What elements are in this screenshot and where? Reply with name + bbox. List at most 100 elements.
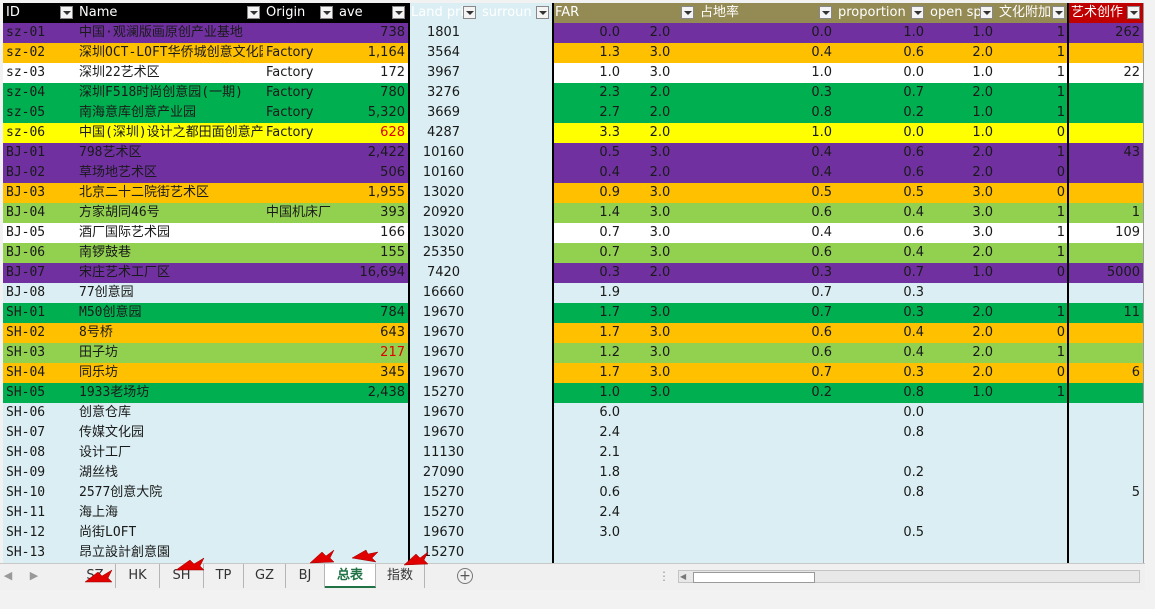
cell-name[interactable]: 田子坊 [76,343,263,363]
cell-id[interactable]: SH-10 [3,483,76,503]
cell-col8[interactable] [623,503,697,523]
cell-culture[interactable]: 0 [996,183,1068,203]
cell-far[interactable]: 1.8 [552,463,623,483]
cell-art[interactable] [1068,283,1143,303]
filter-dropdown-icon[interactable] [320,6,333,19]
cell-proportion[interactable]: 0.3 [835,363,927,383]
cell-far[interactable]: 0.6 [552,483,623,503]
scroll-left-icon[interactable]: ◀ [680,571,686,582]
cell-name[interactable]: 深圳OCT-LOFT华侨城创意文化园 [76,43,263,63]
cell-ave[interactable]: 2,438 [336,383,408,403]
cell-open-space[interactable]: 1.0 [927,263,996,283]
table-row[interactable]: BJ-04 方家胡同46号 中国机床厂 393 20920 1.4 3.0 0.6 0.4 3.0… [3,203,1143,223]
cell-culture[interactable] [996,483,1068,503]
cell-col8[interactable]: 2.0 [623,123,697,143]
cell-open-space[interactable]: 1.0 [927,23,996,43]
cell-art[interactable]: 262 [1068,23,1143,43]
cell-surround[interactable] [479,243,552,263]
cell-col8[interactable]: 3.0 [623,243,697,263]
cell-proportion[interactable]: 0.5 [835,523,927,543]
cell-surround[interactable] [479,63,552,83]
cell-name[interactable]: 传媒文化园 [76,423,263,443]
header-name[interactable]: Name [76,3,263,23]
filter-dropdown-icon[interactable] [1052,6,1065,19]
cell-art[interactable] [1068,183,1143,203]
cell-surround[interactable] [479,103,552,123]
cell-art[interactable]: 22 [1068,63,1143,83]
cell-open-space[interactable] [927,503,996,523]
cell-land-price[interactable]: 3564 [408,43,479,63]
cell-far[interactable]: 0.0 [552,23,623,43]
cell-name[interactable]: 设计工厂 [76,443,263,463]
cell-far[interactable]: 0.7 [552,243,623,263]
cell-culture[interactable] [996,463,1068,483]
cell-origin[interactable] [263,263,336,283]
cell-col8[interactable]: 2.0 [623,23,697,43]
cell-col8[interactable]: 3.0 [623,383,697,403]
filter-dropdown-icon[interactable] [1127,6,1140,19]
cell-col8[interactable]: 3.0 [623,343,697,363]
cell-art[interactable] [1068,123,1143,143]
cell-ave[interactable]: 5,320 [336,103,408,123]
cell-coverage[interactable] [697,503,835,523]
cell-id[interactable]: sz-04 [3,83,76,103]
cell-open-space[interactable] [927,423,996,443]
cell-surround[interactable] [479,203,552,223]
cell-coverage[interactable]: 1.0 [697,123,835,143]
cell-id[interactable]: sz-02 [3,43,76,63]
cell-col8[interactable] [623,523,697,543]
cell-art[interactable]: 5000 [1068,263,1143,283]
scrollbar-thumb[interactable] [693,572,815,583]
cell-name[interactable]: 深圳F518时尚创意园(一期) [76,83,263,103]
table-row[interactable]: SH-08 设计工厂 11130 2.1 [3,443,1143,463]
cell-surround[interactable] [479,83,552,103]
cell-origin[interactable] [263,403,336,423]
cell-far[interactable]: 3.3 [552,123,623,143]
cell-id[interactable]: BJ-06 [3,243,76,263]
cell-ave[interactable]: 345 [336,363,408,383]
cell-origin[interactable] [263,343,336,363]
cell-surround[interactable] [479,503,552,523]
cell-culture[interactable]: 1 [996,303,1068,323]
cell-coverage[interactable]: 0.4 [697,163,835,183]
filter-dropdown-icon[interactable] [536,6,549,19]
cell-ave[interactable]: 166 [336,223,408,243]
cell-coverage[interactable]: 0.4 [697,43,835,63]
table-row[interactable]: SH-04 同乐坊 345 19670 1.7 3.0 0.7 0.3 2.0 0 6 [3,363,1143,383]
cell-id[interactable]: SH-11 [3,503,76,523]
cell-proportion[interactable]: 0.8 [835,383,927,403]
cell-name[interactable]: 中国·观澜版画原创产业基地 [76,23,263,43]
cell-proportion[interactable] [835,503,927,523]
cell-culture[interactable]: 1 [996,143,1068,163]
cell-coverage[interactable]: 1.0 [697,63,835,83]
cell-id[interactable]: BJ-03 [3,183,76,203]
cell-art[interactable] [1068,543,1143,563]
cell-col8[interactable] [623,283,697,303]
cell-far[interactable]: 0.7 [552,223,623,243]
cell-coverage[interactable]: 0.6 [697,323,835,343]
cell-open-space[interactable]: 2.0 [927,163,996,183]
cell-art[interactable]: 5 [1068,483,1143,503]
cell-land-price[interactable]: 19670 [408,423,479,443]
cell-art[interactable]: 11 [1068,303,1143,323]
cell-culture[interactable] [996,423,1068,443]
cell-id[interactable]: SH-08 [3,443,76,463]
cell-culture[interactable]: 1 [996,203,1068,223]
cell-surround[interactable] [479,543,552,563]
cell-proportion[interactable]: 0.6 [835,223,927,243]
cell-id[interactable]: SH-07 [3,423,76,443]
cell-origin[interactable]: Factory [263,83,336,103]
cell-open-space[interactable]: 2.0 [927,303,996,323]
header-far[interactable]: FAR [552,3,623,23]
cell-ave[interactable] [336,423,408,443]
cell-culture[interactable]: 1 [996,43,1068,63]
cell-id[interactable]: BJ-07 [3,263,76,283]
cell-culture[interactable]: 1 [996,103,1068,123]
cell-name[interactable]: 1933老场坊 [76,383,263,403]
cell-id[interactable]: sz-06 [3,123,76,143]
cell-land-price[interactable]: 13020 [408,223,479,243]
cell-id[interactable]: sz-05 [3,103,76,123]
cell-proportion[interactable]: 0.2 [835,463,927,483]
cell-land-price[interactable]: 19670 [408,403,479,423]
cell-surround[interactable] [479,183,552,203]
